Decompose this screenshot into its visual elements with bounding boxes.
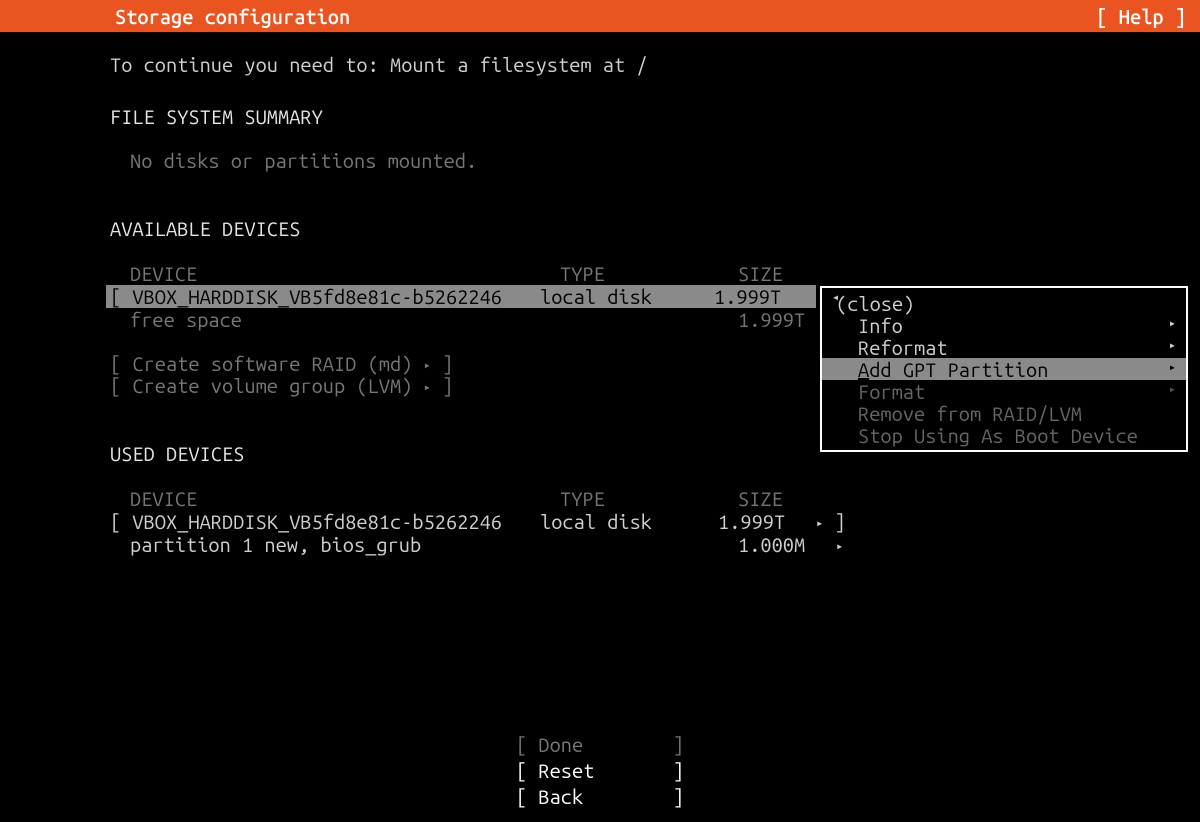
bottom-buttons: [ Done ] [ Reset ] [ Back ]: [0, 732, 1200, 810]
help-button[interactable]: [ Help ]: [1096, 5, 1186, 28]
col-size-used: SIZE: [738, 487, 828, 510]
used-device-name: [ VBOX_HARDDISK_VB5fd8e81c-b5262246: [110, 510, 540, 533]
used-device-type: local disk: [540, 510, 718, 533]
col-device: DEVICE: [130, 262, 560, 285]
used-device-size: 1.999T: [718, 510, 808, 533]
fs-summary-heading: FILE SYSTEM SUMMARY: [110, 106, 1200, 128]
popup-stop-boot: Stop Using As Boot Device: [822, 424, 1186, 446]
col-device-used: DEVICE: [130, 487, 560, 510]
available-heading: AVAILABLE DEVICES: [110, 218, 1200, 240]
used-columns: DEVICE TYPE SIZE: [110, 487, 1200, 510]
device-name: [ VBOX_HARDDISK_VB5fd8e81c-b5262246: [110, 285, 540, 308]
popup-reformat[interactable]: Reformat ▸: [822, 336, 1186, 358]
instruction-text: To continue you need to: Mount a filesys…: [110, 54, 1200, 76]
chevron-right-icon: ▸: [1169, 382, 1176, 396]
free-space-size: 1.999T: [738, 308, 828, 331]
popup-format: Format ▸: [822, 380, 1186, 402]
used-device-row[interactable]: [ VBOX_HARDDISK_VB5fd8e81c-b5262246 loca…: [110, 510, 1200, 533]
chevron-right-icon: ▸: [836, 540, 843, 553]
chevron-right-icon: ▸: [1169, 360, 1176, 374]
partition-size: 1.000M: [738, 533, 828, 556]
available-columns: DEVICE TYPE SIZE: [110, 262, 1200, 285]
popup-close[interactable]: ◂ (close): [822, 292, 1186, 314]
done-button[interactable]: [ Done ]: [0, 732, 1200, 758]
fs-summary-empty: No disks or partitions mounted.: [110, 150, 1200, 172]
page-title: Storage configuration: [115, 5, 350, 28]
col-type-used: TYPE: [560, 487, 738, 510]
title-bar: Storage configuration [ Help ]: [0, 0, 1200, 32]
free-space-label: free space: [130, 308, 560, 331]
chevron-left-icon: ◂: [832, 290, 839, 304]
used-partition-row[interactable]: partition 1 new, bios_grub 1.000M ▸: [110, 533, 1200, 556]
device-action-popup: ◂ (close) Info ▸ Reformat ▸ Add GPT Part…: [820, 286, 1188, 452]
available-device-selected[interactable]: [ VBOX_HARDDISK_VB5fd8e81c-b5262246 loca…: [106, 285, 816, 308]
popup-add-gpt-partition[interactable]: Add GPT Partition ▸: [822, 358, 1186, 380]
popup-info[interactable]: Info ▸: [822, 314, 1186, 336]
device-size: 1.999T: [714, 285, 804, 308]
back-button[interactable]: [ Back ]: [0, 784, 1200, 810]
col-type: TYPE: [560, 262, 738, 285]
chevron-right-icon: ▸: [1169, 316, 1176, 330]
chevron-right-icon: ▸: [1169, 338, 1176, 352]
reset-button[interactable]: [ Reset ]: [0, 758, 1200, 784]
col-size: SIZE: [738, 262, 828, 285]
chevron-right-icon: ▸: [816, 517, 823, 530]
popup-remove-raid-lvm: Remove from RAID/LVM: [822, 402, 1186, 424]
partition-label: partition 1 new, bios_grub: [130, 533, 738, 556]
device-type: local disk: [540, 285, 714, 308]
